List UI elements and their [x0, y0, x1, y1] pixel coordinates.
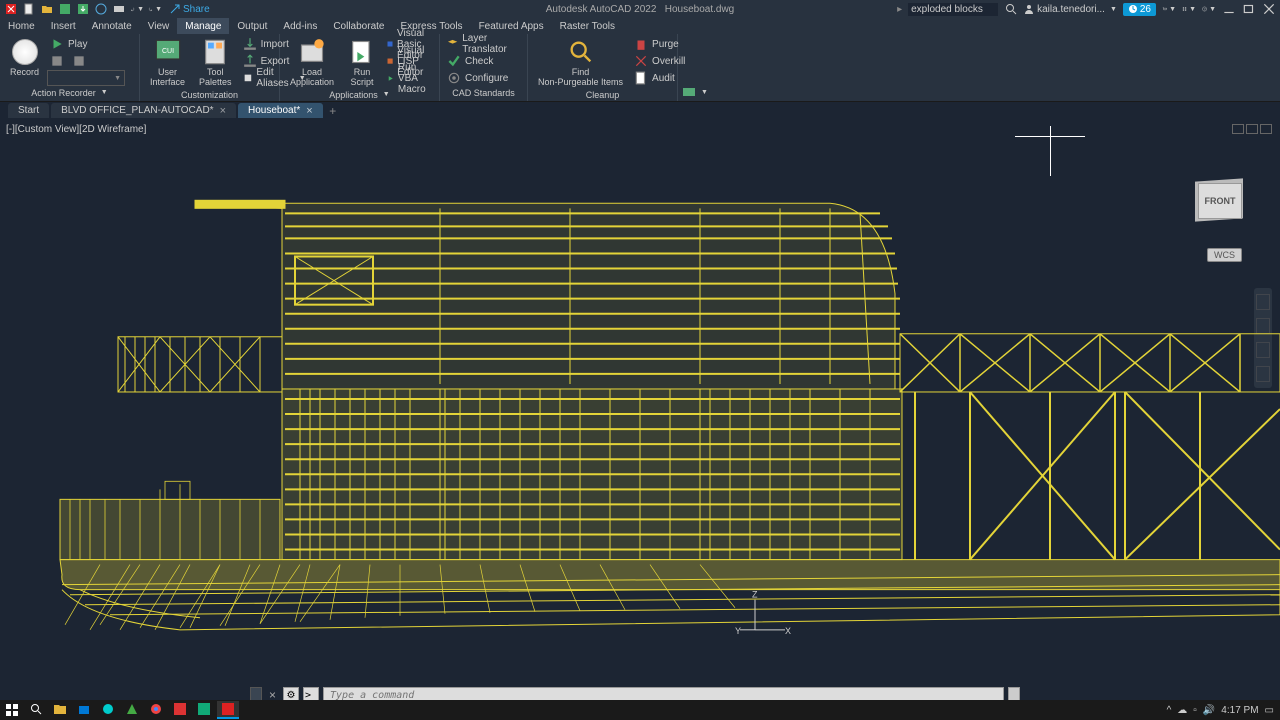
store-task-icon[interactable] — [73, 701, 95, 719]
menu-home[interactable]: Home — [0, 18, 43, 34]
restore-button[interactable] — [1242, 2, 1256, 16]
close-tab-icon[interactable]: × — [306, 105, 312, 117]
new-icon[interactable] — [22, 2, 36, 16]
record-button[interactable]: Record — [4, 36, 45, 80]
chrome-task-icon[interactable] — [145, 701, 167, 719]
ribbon: Record Play ▼ Action Recorder▼ CUIUser I… — [0, 34, 1280, 102]
svg-text:Z: Z — [752, 590, 758, 600]
svg-text:CUI: CUI — [161, 48, 173, 55]
panel-title-cad: CAD Standards — [444, 86, 523, 99]
run-vba-button[interactable]: Run VBA Macro — [384, 70, 436, 86]
explorer-task-icon[interactable] — [49, 701, 71, 719]
drawing-viewport[interactable]: [-][Custom View][2D Wireframe] FRONT WCS — [0, 118, 1280, 680]
user-interface-button[interactable]: CUIUser Interface — [144, 36, 191, 90]
close-tab-icon[interactable]: × — [220, 105, 226, 117]
menu-insert[interactable]: Insert — [43, 18, 84, 34]
tray-network-icon[interactable]: ▫ — [1193, 705, 1197, 716]
app-menu-icon[interactable] — [4, 2, 18, 16]
action-btn2[interactable] — [69, 53, 89, 69]
document-tab[interactable]: BLVD OFFICE_PLAN-AUTOCAD*× — [51, 103, 236, 118]
play-button[interactable]: Play — [47, 36, 125, 52]
acrobat-task-icon[interactable] — [169, 701, 191, 719]
panel-title-recorder[interactable]: Action Recorder▼ — [4, 86, 135, 99]
menu-manage[interactable]: Manage — [177, 18, 229, 34]
action-combo[interactable]: ▼ — [47, 70, 125, 86]
add-tab-button[interactable]: + — [325, 104, 341, 118]
open-icon[interactable] — [40, 2, 54, 16]
check-button[interactable]: Check — [444, 53, 523, 69]
tray-chevron-icon[interactable]: ^ — [1167, 705, 1172, 716]
title-bar: ▼ ▼ Share Autodesk AutoCAD 2022 Houseboa… — [0, 0, 1280, 18]
svg-text:X: X — [785, 626, 791, 636]
menu-view[interactable]: View — [140, 18, 178, 34]
panel-title-apps[interactable]: Applications▼ — [284, 90, 435, 100]
search-task-icon[interactable] — [25, 701, 47, 719]
saveas-icon[interactable] — [76, 2, 90, 16]
chat-task-icon[interactable] — [97, 701, 119, 719]
excel-task-icon[interactable] — [193, 701, 215, 719]
start-button[interactable] — [0, 700, 24, 720]
help-search-input[interactable] — [908, 3, 998, 16]
web-icon[interactable] — [94, 2, 108, 16]
svg-text:?: ? — [1204, 7, 1206, 11]
document-tab[interactable]: Houseboat*× — [238, 103, 323, 118]
run-script-button[interactable]: Run Script — [342, 36, 382, 90]
panel-title-custom: Customization — [144, 90, 275, 100]
configure-button[interactable]: Configure — [444, 70, 523, 86]
plot-icon[interactable] — [112, 2, 126, 16]
menu-collaborate[interactable]: Collaborate — [325, 18, 392, 34]
find-nonpurge-button[interactable]: Find Non-Purgeable Items — [532, 36, 629, 90]
clock[interactable]: 4:17 PM — [1221, 705, 1258, 716]
tray-volume-icon[interactable]: 🔊 — [1203, 705, 1215, 716]
save-icon[interactable] — [58, 2, 72, 16]
trial-badge[interactable]: 26 — [1123, 3, 1156, 16]
redo-icon[interactable]: ▼ — [148, 2, 162, 16]
app-task-icon[interactable] — [121, 701, 143, 719]
notifications-icon[interactable]: ▭ — [1265, 705, 1274, 716]
panel-title-cleanup: Cleanup — [532, 90, 673, 100]
action-btn1[interactable] — [47, 53, 67, 69]
menu-annotate[interactable]: Annotate — [84, 18, 140, 34]
document-tabs: Start BLVD OFFICE_PLAN-AUTOCAD*× Housebo… — [0, 102, 1280, 118]
tray-cloud-icon[interactable]: ☁ — [1177, 705, 1187, 716]
cart-icon[interactable]: ▼ — [1162, 2, 1176, 16]
layer-translator-button[interactable]: Layer Translator — [444, 36, 523, 52]
menu-featured-apps[interactable]: Featured Apps — [471, 18, 552, 34]
system-tray[interactable]: ^ ☁ ▫ 🔊 4:17 PM ▭ — [1167, 705, 1280, 716]
appstore-icon[interactable]: ▼ — [1182, 2, 1196, 16]
menu-raster-tools[interactable]: Raster Tools — [552, 18, 623, 34]
help-icon[interactable]: ?▼ — [1202, 2, 1216, 16]
load-app-button[interactable]: Load Application — [284, 36, 340, 90]
windows-taskbar: ^ ☁ ▫ 🔊 4:17 PM ▭ — [0, 700, 1280, 720]
minimize-button[interactable] — [1222, 2, 1236, 16]
menu-add-ins[interactable]: Add-ins — [275, 18, 325, 34]
undo-icon[interactable]: ▼ — [130, 2, 144, 16]
menu-output[interactable]: Output — [229, 18, 275, 34]
menu-bar: HomeInsertAnnotateViewManageOutputAdd-in… — [0, 18, 1280, 34]
close-button[interactable] — [1262, 2, 1276, 16]
autocad-task-icon[interactable] — [217, 701, 239, 719]
panel-collapse[interactable]: ▼ — [682, 85, 1276, 99]
drawing-content: Y Z X — [0, 118, 1280, 680]
tool-palettes-button[interactable]: Tool Palettes — [193, 36, 238, 90]
user-account[interactable]: kaila.tenedori...▼ — [1024, 4, 1117, 15]
share-button[interactable]: Share — [166, 4, 214, 15]
svg-text:Y: Y — [735, 626, 741, 636]
title-text: Autodesk AutoCAD 2022 Houseboat.dwg — [546, 4, 734, 15]
search-icon[interactable] — [1004, 2, 1018, 16]
start-tab[interactable]: Start — [8, 103, 49, 118]
